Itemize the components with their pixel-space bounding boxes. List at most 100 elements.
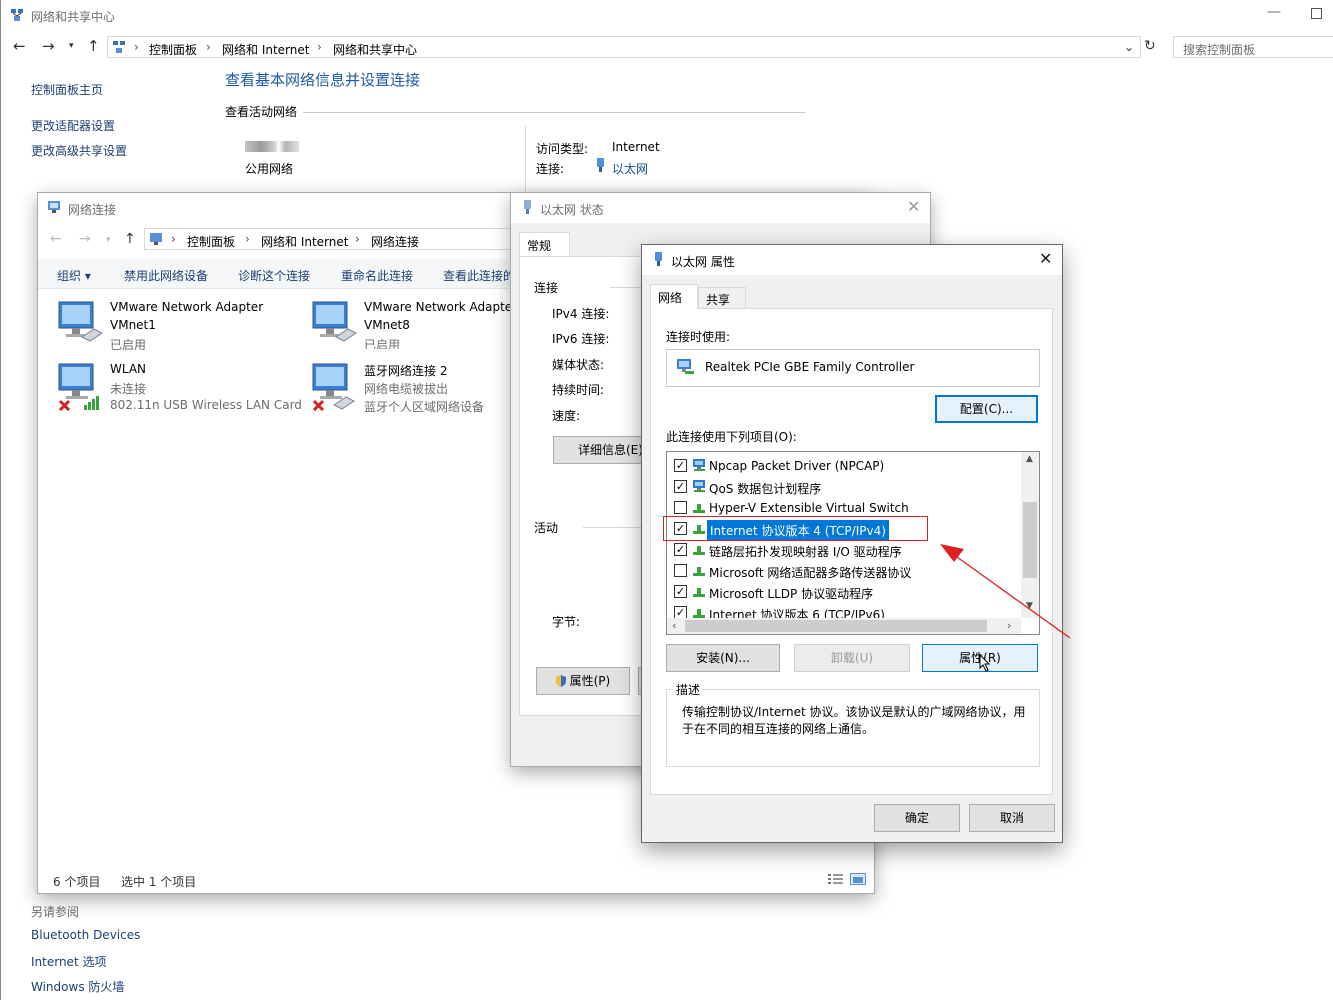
- list-item[interactable]: ✓ QoS 数据包计划程序: [667, 477, 1021, 497]
- checkbox-checked[interactable]: ✓: [674, 459, 687, 472]
- network-service-icon: [692, 479, 707, 493]
- address-bar[interactable]: › 控制面板 › 网络和 Internet › 网络连接: [144, 228, 514, 250]
- up-arrow-icon[interactable]: ↑: [124, 231, 136, 247]
- search-input[interactable]: 搜索控制面板: [1173, 36, 1333, 58]
- details-button[interactable]: 详细信息(E): [553, 436, 653, 464]
- forward-arrow-icon[interactable]: →: [79, 231, 91, 247]
- annotation-highlight-box: [663, 516, 928, 541]
- history-chevron-icon[interactable]: ▾: [106, 235, 111, 245]
- see-also-bluetooth[interactable]: Bluetooth Devices: [31, 928, 140, 942]
- window-title: 网络和共享中心: [31, 10, 116, 24]
- description-group: 描述 传输控制协议/Internet 协议。该协议是默认的广域网络协议，用于在不…: [666, 681, 1040, 767]
- breadcrumb-control-panel[interactable]: 控制面板: [187, 233, 235, 250]
- list-item[interactable]: ✓ Npcap Packet Driver (NPCAP): [667, 456, 1021, 476]
- see-also-internet-options[interactable]: Internet 选项: [31, 953, 106, 970]
- access-type-label: 访问类型:: [536, 142, 589, 156]
- network-adapter-icon: [310, 299, 358, 345]
- sidebar-item-adapter-settings[interactable]: 更改适配器设置: [31, 117, 115, 134]
- breadcrumb-network-internet[interactable]: 网络和 Internet: [261, 233, 348, 250]
- tab-network[interactable]: 网络: [650, 284, 698, 309]
- tab-sharing[interactable]: 共享: [698, 287, 746, 309]
- item-count: 6 个项目: [53, 875, 101, 889]
- duration-label: 持续时间:: [552, 383, 605, 397]
- adapter-vmnet1[interactable]: VMware Network Adapter VMnet1 已启用: [52, 297, 302, 352]
- breadcrumb-control-panel[interactable]: 控制面板: [149, 41, 197, 58]
- button-label: 卸载(U): [830, 651, 874, 665]
- button-label: 安装(N)...: [696, 651, 750, 665]
- organize-menu[interactable]: 组织 ▾: [57, 267, 91, 284]
- title-bar: 以太网 状态 ✕: [511, 193, 930, 223]
- adapter-line2: 未连接: [110, 382, 147, 396]
- checkbox-checked[interactable]: ✓: [674, 543, 687, 556]
- adapter-status: 蓝牙个人区域网络设备: [364, 400, 485, 414]
- checkbox-unchecked[interactable]: [674, 501, 687, 514]
- address-bar[interactable]: › 控制面板 › 网络和 Internet › 网络和共享中心 ⌄: [107, 36, 1141, 58]
- adapter-wlan[interactable]: WLAN 未连接 802.11n USB Wireless LAN Card: [52, 359, 302, 413]
- sidebar-home-link[interactable]: 控制面板主页: [31, 81, 103, 98]
- back-arrow-icon[interactable]: ←: [13, 37, 26, 55]
- up-arrow-icon[interactable]: ↑: [87, 37, 100, 55]
- nav-bar: ← → ▾ ↑ › 控制面板 › 网络和 Internet › 网络和共享中心 …: [1, 34, 1333, 62]
- adapter-bluetooth[interactable]: 蓝牙网络连接 2 网络电缆被拔出 蓝牙个人区域网络设备: [306, 359, 516, 414]
- breadcrumb-network-internet[interactable]: 网络和 Internet: [222, 41, 309, 58]
- checkbox-checked[interactable]: ✓: [674, 606, 687, 618]
- scroll-left-icon[interactable]: ‹: [672, 619, 676, 632]
- network-connections-icon: [47, 200, 61, 214]
- minimize-button[interactable]: —: [1267, 4, 1281, 20]
- address-dropdown-icon[interactable]: ⌄: [1124, 40, 1134, 54]
- list-item[interactable]: Hyper-V Extensible Virtual Switch: [667, 498, 1021, 518]
- dialog-title: 以太网 属性: [671, 255, 735, 269]
- scroll-up-icon[interactable]: ▲: [1026, 454, 1033, 464]
- button-label: 取消: [999, 811, 1024, 825]
- breadcrumb-network-connections[interactable]: 网络连接: [371, 233, 419, 250]
- mouse-cursor-icon: [979, 653, 991, 672]
- adapter-icon: [676, 358, 694, 374]
- history-chevron-icon[interactable]: ▾: [69, 41, 74, 51]
- tab-general[interactable]: 常规: [519, 232, 570, 257]
- window-title: 网络连接: [68, 203, 117, 217]
- network-type: 公用网络: [245, 162, 294, 176]
- diagnose-button[interactable]: 诊断这个连接: [238, 267, 310, 284]
- annotation-arrow-icon: [940, 544, 1071, 639]
- adapter-name: VMware Network Adapte: [364, 300, 513, 314]
- rename-button[interactable]: 重命名此连接: [341, 267, 413, 284]
- ethernet-plug-icon: [654, 252, 663, 266]
- connection-link[interactable]: 以太网: [612, 160, 648, 177]
- refresh-icon[interactable]: ↻: [1144, 38, 1156, 54]
- back-arrow-icon[interactable]: ←: [50, 231, 62, 247]
- details-view-icon[interactable]: [828, 873, 844, 885]
- uac-shield-icon: [555, 670, 566, 687]
- view-status-button[interactable]: 查看此连接的: [443, 267, 515, 284]
- bytes-label: 字节:: [552, 615, 581, 629]
- page-heading: 查看基本网络信息并设置连接: [225, 71, 421, 89]
- item-label: Npcap Packet Driver (NPCAP): [709, 459, 885, 473]
- uninstall-button[interactable]: 卸载(U): [794, 644, 910, 672]
- see-also-firewall[interactable]: Windows 防火墙: [31, 978, 124, 995]
- ethernet-plug-icon: [523, 200, 532, 214]
- tiles-view-icon[interactable]: [850, 873, 866, 885]
- breadcrumb-network-center[interactable]: 网络和共享中心: [333, 41, 417, 58]
- ok-button[interactable]: 确定: [874, 804, 960, 832]
- configure-button[interactable]: 配置(C)...: [935, 395, 1038, 423]
- properties-button[interactable]: 属性(P): [536, 667, 630, 695]
- cancel-button[interactable]: 取消: [969, 804, 1055, 832]
- checkbox-checked[interactable]: ✓: [674, 585, 687, 598]
- forward-arrow-icon[interactable]: →: [42, 37, 55, 55]
- checkbox-unchecked[interactable]: [674, 564, 687, 577]
- protocol-icon: [692, 500, 707, 514]
- network-center-icon: [10, 8, 24, 22]
- wlan-adapter-icon: [56, 361, 104, 412]
- ipv4-label: IPv4 连接:: [552, 307, 610, 321]
- maximize-button[interactable]: [1311, 8, 1322, 19]
- section-connection: 连接: [534, 281, 559, 295]
- tab-label: 共享: [706, 293, 731, 307]
- close-icon[interactable]: ✕: [1039, 249, 1052, 268]
- adapter-vmnet8[interactable]: VMware Network Adapte VMnet8 已启用: [306, 297, 516, 349]
- checkbox-checked[interactable]: ✓: [674, 480, 687, 493]
- install-button[interactable]: 安装(N)...: [666, 644, 780, 672]
- disable-device-button[interactable]: 禁用此网络设备: [124, 267, 208, 284]
- close-icon[interactable]: ✕: [907, 197, 920, 216]
- sidebar-item-advanced-sharing[interactable]: 更改高级共享设置: [31, 142, 127, 159]
- control-panel-icon: [149, 232, 163, 246]
- breadcrumb-sep-icon: ›: [171, 232, 176, 246]
